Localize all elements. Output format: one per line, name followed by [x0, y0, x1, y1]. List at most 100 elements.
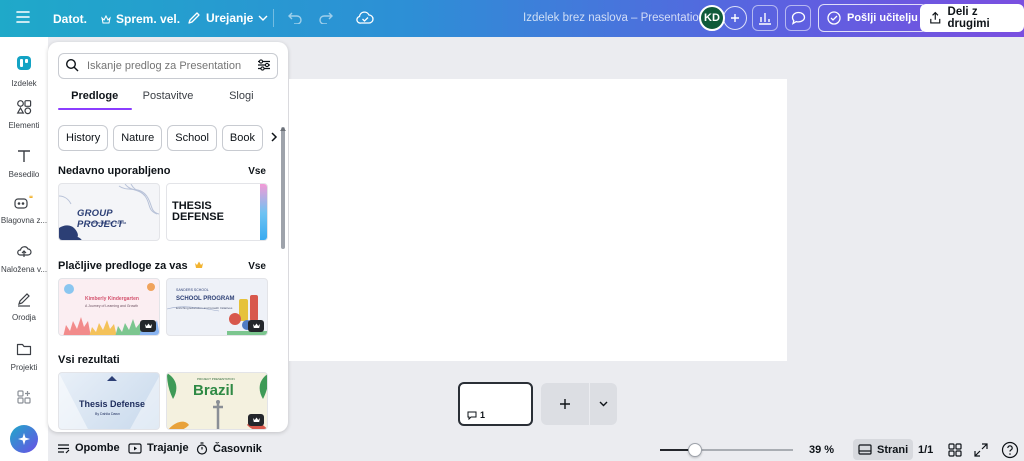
filter-icon[interactable]	[257, 58, 271, 74]
template-search[interactable]	[58, 53, 278, 79]
rail-item-elements[interactable]: Elementi	[0, 99, 48, 130]
tab-layouts[interactable]: Postavitve	[131, 90, 204, 112]
insights-button[interactable]	[752, 5, 778, 31]
page-count: 1/1	[918, 444, 934, 456]
share-label: Deli z drugimi	[947, 6, 990, 30]
thumb-subtitle: Presented By: Lineta	[89, 220, 127, 225]
thumb-title: GROUP PROJECT	[77, 208, 124, 230]
template-thumb-brazil[interactable]: PROJECT PRESENTATION Brazil	[166, 372, 268, 430]
rail-label-elements: Elementi	[8, 121, 40, 130]
thumb-title: Brazil	[193, 382, 234, 399]
chevron-right-icon[interactable]	[270, 131, 278, 145]
tab-styles[interactable]: Slogi	[205, 90, 278, 112]
page-comment-count[interactable]: 1	[467, 410, 485, 420]
send-to-teacher-button[interactable]: Pošlji učitelju	[818, 4, 927, 32]
recent-see-all-link[interactable]: Vse	[248, 166, 266, 177]
pages-view-button[interactable]: Strani	[853, 439, 914, 460]
text-icon	[16, 148, 32, 166]
resize-button[interactable]: Sprem. vel.	[101, 12, 180, 26]
share-button[interactable]: Deli z drugimi	[920, 4, 1024, 32]
template-thumb-thesis-defense-blue[interactable]: Thesis Defense By Dahlia Dawn	[58, 372, 160, 430]
design-icon	[12, 51, 36, 75]
recent-section-title: Nedavno uporabljeno	[58, 165, 171, 177]
rail-label-design: Izdelek	[11, 79, 37, 88]
fullscreen-icon[interactable]	[974, 443, 988, 460]
chevron-down-icon	[599, 401, 608, 407]
template-thumb-kindergarten[interactable]: Kimberly Kindergarten A Journey of Learn…	[58, 278, 160, 336]
slide-canvas[interactable]	[289, 79, 787, 361]
rail-item-design[interactable]: Izdelek	[0, 51, 48, 88]
chip-history[interactable]: History	[58, 125, 109, 151]
chip-nature[interactable]: Nature	[113, 125, 163, 151]
thumb-title-line2: DEFENSE	[172, 211, 224, 223]
chevron-down-icon	[258, 15, 268, 21]
hamburger-icon[interactable]	[16, 11, 30, 23]
duration-label: Trajanje	[147, 442, 189, 454]
rail-item-brand[interactable]: Blagovna z...	[0, 194, 48, 225]
chip-school[interactable]: School	[167, 125, 217, 151]
check-circle-icon	[827, 11, 841, 25]
comments-button[interactable]	[785, 5, 811, 31]
notes-button[interactable]: Opombe	[57, 442, 120, 454]
scroll-down-icon[interactable]	[280, 425, 286, 432]
rail-item-text[interactable]: Besedilo	[0, 148, 48, 179]
plus-icon	[560, 399, 570, 409]
rail-label-uploads: Naložena v...	[0, 265, 48, 274]
undo-icon[interactable]	[288, 11, 303, 24]
rail-item-apps[interactable]	[0, 389, 48, 407]
paid-section-label: Plačljive predloge za vas	[58, 260, 188, 272]
elements-icon	[16, 99, 32, 117]
thumb-subtitle: A Journey of Learning and Growth	[85, 304, 139, 308]
pro-badge-icon	[140, 320, 156, 332]
edit-mode-dropdown[interactable]: Urejanje	[187, 11, 268, 25]
zoom-slider-knob[interactable]	[688, 443, 702, 457]
grid-view-icon[interactable]	[948, 443, 962, 460]
thumb-preheading: SANDERS SCHOOL	[176, 288, 209, 292]
folder-icon	[16, 341, 32, 359]
thumb-title: Kimberly Kindergarten	[85, 296, 139, 302]
chip-book[interactable]: Book	[221, 125, 263, 151]
thumb-title: Thesis Defense	[79, 399, 146, 409]
rail-item-uploads[interactable]: Naložena v...	[0, 243, 48, 274]
template-thumb-group-project[interactable]: GROUP PROJECT Presented By: Lineta	[58, 183, 160, 241]
comment-icon	[467, 411, 477, 420]
pro-badge-icon	[248, 320, 264, 332]
share-icon	[930, 11, 941, 24]
left-rail: Izdelek Elementi Besedilo Blagovna z... …	[0, 37, 48, 461]
duration-button[interactable]: Trajanje	[128, 442, 189, 454]
paid-section-title: Plačljive predloge za vas	[58, 260, 204, 272]
add-collaborator-button[interactable]	[723, 6, 747, 30]
send-to-teacher-label: Pošlji učitelju	[847, 12, 918, 24]
all-results-title: Vsi rezultati	[58, 354, 120, 366]
search-input[interactable]	[87, 60, 249, 72]
panel-scrollbar-thumb[interactable]	[281, 127, 285, 249]
resize-label: Sprem. vel.	[116, 12, 181, 26]
add-page-button[interactable]	[541, 383, 589, 425]
templates-panel: Predloge Postavitve Slogi History Nature…	[48, 42, 288, 432]
page-thumbnail[interactable]: 1	[458, 382, 533, 426]
avatar[interactable]: KD	[699, 5, 725, 31]
search-icon	[65, 58, 79, 75]
cloud-sync-icon[interactable]	[356, 10, 374, 25]
scroll-up-icon[interactable]	[280, 120, 286, 134]
file-menu[interactable]: Datot.	[53, 12, 87, 26]
crown-icon	[194, 260, 204, 272]
paid-see-all-link[interactable]: Vse	[248, 261, 266, 272]
bar-chart-icon	[759, 13, 771, 25]
rail-item-projects[interactable]: Projekti	[0, 341, 48, 372]
add-page-options-button[interactable]	[590, 383, 617, 425]
thumb-preheading: PROJECT PRESENTATION	[197, 377, 235, 381]
magic-assistant-button[interactable]	[10, 425, 38, 453]
help-icon[interactable]	[1001, 441, 1019, 461]
timer-button[interactable]: Časovnik	[196, 442, 262, 455]
comment-count-label: 1	[480, 410, 486, 420]
redo-icon[interactable]	[318, 11, 333, 24]
plus-icon	[731, 14, 739, 22]
thumb-subtitle: Enriching Education and Growth Initiativ…	[176, 306, 233, 310]
zoom-level[interactable]: 39 %	[809, 444, 834, 456]
rail-item-tools[interactable]: Orodja	[0, 291, 48, 322]
template-thumb-school-program[interactable]: SANDERS SCHOOL SCHOOL PROGRAM Enriching …	[166, 278, 268, 336]
gradient-stripe	[260, 184, 267, 240]
template-thumb-thesis-defense[interactable]: THESIS DEFENSE	[166, 183, 268, 241]
document-title[interactable]: Izdelek brez naslova – Presentation	[523, 12, 705, 24]
